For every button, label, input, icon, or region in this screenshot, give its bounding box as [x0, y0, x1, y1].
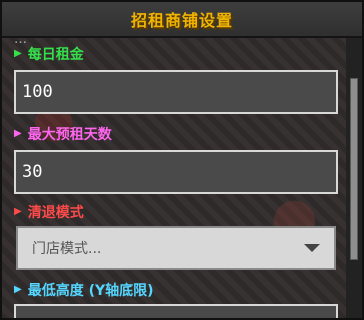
- min-height-input[interactable]: [14, 304, 338, 318]
- min-height-label-row: ▶ 最低高度 (Y轴底限): [14, 280, 154, 300]
- triangle-right-icon: ▶: [14, 206, 22, 217]
- clear-mode-selected: 门店模式...: [32, 241, 102, 257]
- triangle-right-icon: ▶: [14, 128, 22, 139]
- triangle-right-icon: ▶: [14, 48, 22, 59]
- min-height-label: 最低高度 (Y轴底限): [27, 283, 154, 299]
- title-bar: 招租商铺设置: [2, 2, 362, 38]
- settings-panel: … ▶ 每日租金 100 ▶ 最大预租天数 30 ▶ 清退模式 门店模式... …: [2, 38, 346, 318]
- daily-rent-input[interactable]: 100: [14, 70, 338, 114]
- max-prepay-days-input[interactable]: 30: [14, 150, 338, 194]
- triangle-right-icon: ▶: [14, 284, 22, 295]
- clear-mode-label: 清退模式: [27, 205, 84, 221]
- scrollbar[interactable]: [346, 38, 362, 318]
- daily-rent-label: 每日租金: [27, 47, 84, 63]
- window-title: 招租商铺设置: [130, 11, 233, 30]
- clear-mode-label-row: ▶ 清退模式: [14, 202, 84, 222]
- daily-rent-label-row: ▶ 每日租金: [14, 44, 84, 64]
- scrollbar-thumb[interactable]: [350, 78, 358, 260]
- caret-down-icon: [304, 244, 320, 252]
- settings-window: 招租商铺设置 … ▶ 每日租金 100 ▶ 最大预租天数 30 ▶ 清退模式 门…: [0, 0, 364, 320]
- clear-mode-dropdown[interactable]: 门店模式...: [16, 226, 336, 270]
- max-prepay-days-label: 最大预租天数: [27, 127, 112, 143]
- max-prepay-days-label-row: ▶ 最大预租天数: [14, 124, 112, 144]
